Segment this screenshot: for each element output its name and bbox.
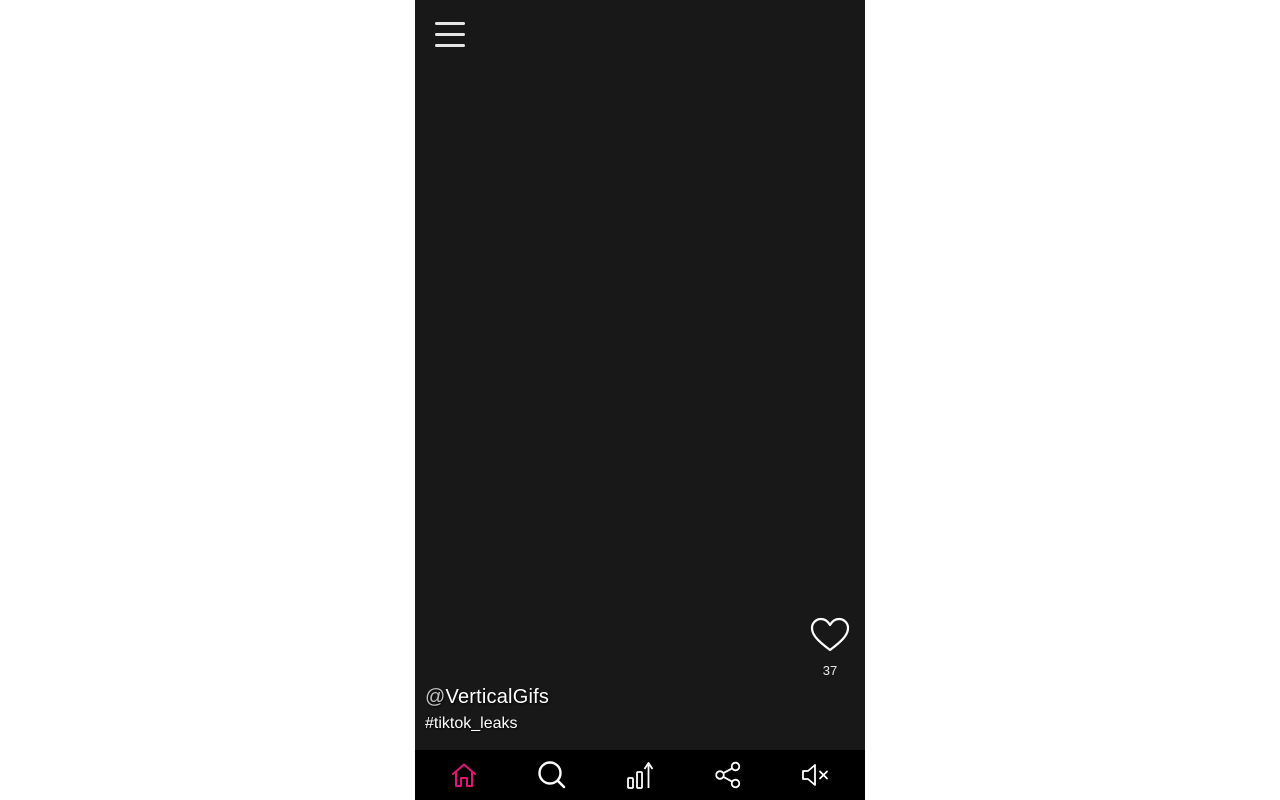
nav-trending-button[interactable] xyxy=(618,753,662,797)
menu-bar xyxy=(435,22,465,25)
post-meta: @VerticalGifs #tiktok_leaks xyxy=(425,686,549,733)
bottom-navigation xyxy=(415,750,865,800)
hamburger-menu-icon[interactable] xyxy=(435,22,465,48)
nav-search-button[interactable] xyxy=(530,753,574,797)
username-prefix: @ xyxy=(425,686,446,708)
mute-icon xyxy=(802,764,828,786)
share-icon xyxy=(715,761,741,789)
hashtag-link[interactable]: #tiktok_leaks xyxy=(425,715,549,733)
heart-icon xyxy=(810,617,850,652)
username-link[interactable]: @VerticalGifs xyxy=(425,686,549,709)
menu-bar xyxy=(435,44,465,47)
home-icon xyxy=(452,763,476,787)
video-viewport[interactable] xyxy=(415,0,865,800)
nav-home-button[interactable] xyxy=(442,753,486,797)
username: VerticalGifs xyxy=(445,686,550,708)
like-button[interactable]: 37 xyxy=(808,617,852,678)
search-icon xyxy=(538,761,566,789)
nav-mute-button[interactable] xyxy=(794,753,838,797)
trending-icon xyxy=(627,762,654,789)
menu-bar xyxy=(435,33,465,36)
nav-share-button[interactable] xyxy=(706,753,750,797)
like-count: 37 xyxy=(822,663,838,678)
